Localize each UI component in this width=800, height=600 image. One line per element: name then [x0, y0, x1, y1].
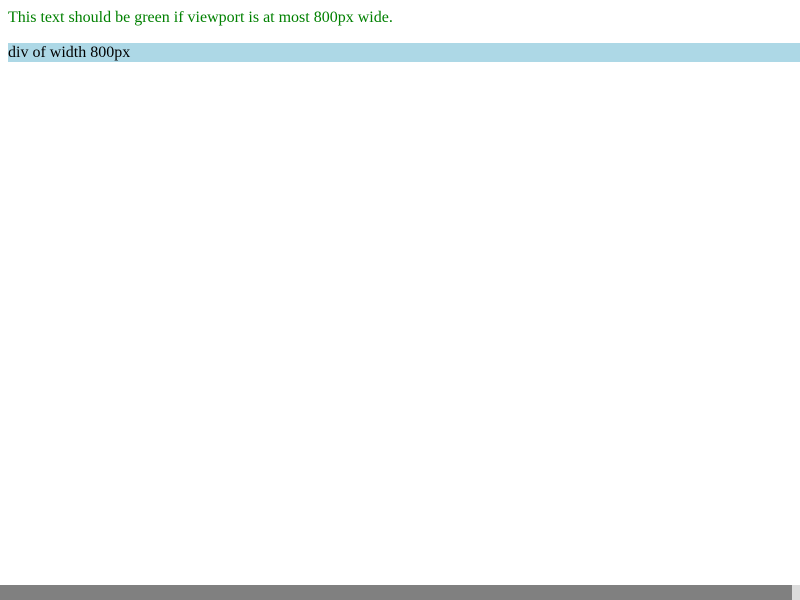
viewport-test-message: This text should be green if viewport is… [8, 9, 393, 26]
wide-div-800px: div of width 800px [8, 43, 800, 62]
horizontal-scrollbar-thumb[interactable] [0, 585, 792, 600]
page-content: This text should be green if viewport is… [8, 8, 800, 62]
horizontal-scrollbar[interactable] [0, 585, 800, 600]
